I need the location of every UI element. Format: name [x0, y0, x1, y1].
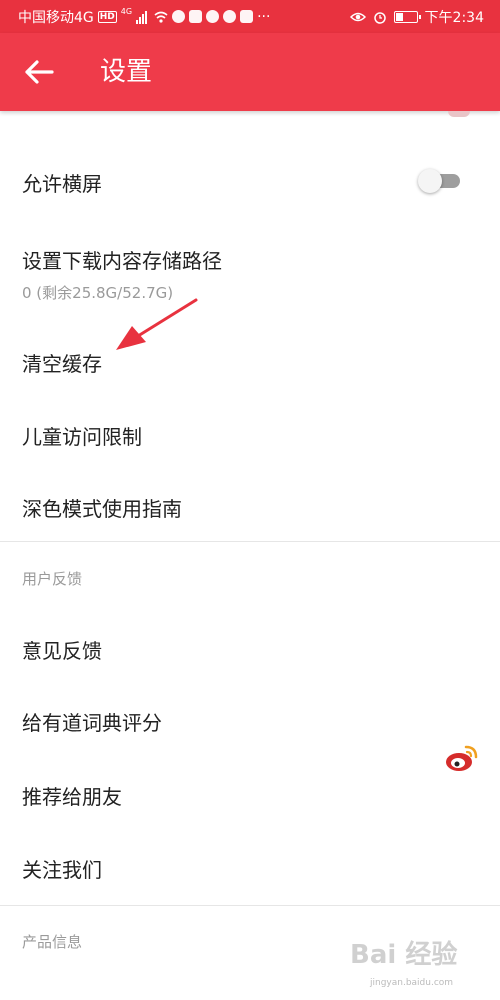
setting-child-limit[interactable]: 儿童访问限制	[22, 421, 142, 450]
watermark-text: Bai 经验	[350, 940, 458, 970]
notification-icon	[240, 10, 254, 23]
status-right: 下午2:34	[349, 7, 484, 27]
settings-list: 允许横屏 设置下载内容存储路径 0 (剩余25.8G/52.7G) 清空缓存 儿…	[0, 111, 500, 1000]
toggle-thumb	[418, 169, 442, 193]
status-left: 中国移动4G HD 4G ···	[18, 7, 270, 27]
watermark: Bai 经验 jingyan.baidu.com	[350, 934, 500, 994]
hd-badge: HD	[97, 10, 117, 23]
status-bar: 中国移动4G HD 4G ··· 下午2:34	[0, 0, 500, 33]
weibo-icon[interactable]	[444, 743, 480, 773]
chat-icon	[223, 10, 237, 23]
setting-feedback[interactable]: 意见反馈	[22, 635, 102, 664]
wifi-icon	[154, 11, 168, 23]
battery-icon	[393, 10, 421, 23]
notification-icon	[206, 10, 220, 23]
section-header-product: 产品信息	[22, 933, 83, 951]
divider	[0, 905, 500, 906]
notification-icon	[189, 10, 203, 23]
setting-dark-mode[interactable]: 深色模式使用指南	[22, 493, 182, 522]
setting-landscape[interactable]: 允许横屏	[22, 168, 102, 197]
signal-icon	[136, 10, 148, 24]
landscape-toggle[interactable]	[418, 169, 464, 193]
clock: 下午2:34	[424, 9, 484, 26]
scroll-indicator	[448, 111, 470, 117]
setting-recommend[interactable]: 推荐给朋友	[22, 781, 122, 810]
setting-clear-cache[interactable]: 清空缓存	[22, 348, 102, 377]
red-pointer-arrow	[116, 298, 198, 350]
carrier-label: 中国移动4G	[18, 9, 94, 26]
watermark-url: jingyan.baidu.com	[370, 978, 454, 988]
divider	[0, 541, 500, 542]
more-dots-icon: ···	[257, 8, 271, 25]
page-title: 设置	[100, 57, 153, 87]
setting-rate-app[interactable]: 给有道词典评分	[22, 707, 162, 736]
alarm-icon	[373, 11, 386, 24]
setting-follow-us[interactable]: 关注我们	[22, 854, 102, 883]
arrow-left-icon[interactable]	[22, 58, 56, 86]
eye-icon	[349, 12, 366, 21]
app-bar: 设置	[0, 33, 500, 111]
battery-level	[395, 12, 403, 21]
signal-type-label: 4G	[120, 7, 133, 16]
section-header-feedback: 用户反馈	[22, 570, 83, 588]
setting-storage-path[interactable]: 设置下载内容存储路径	[22, 245, 222, 274]
notification-icon	[172, 10, 186, 23]
